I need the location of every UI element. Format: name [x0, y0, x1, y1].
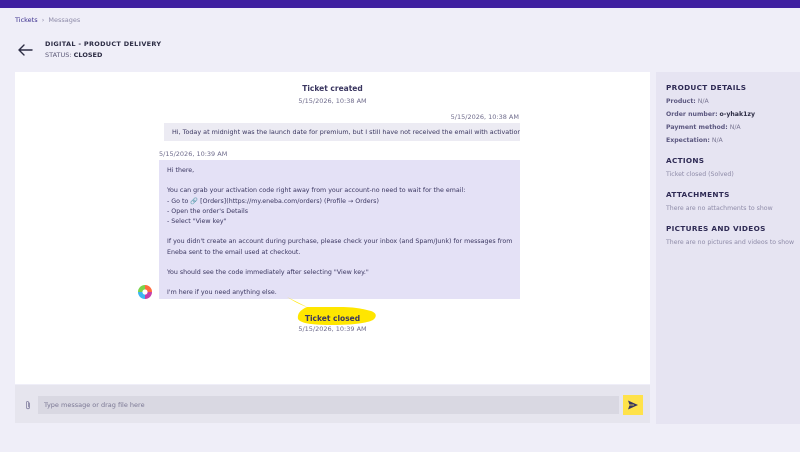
attachments-empty-text: There are no attachments to show — [666, 205, 773, 212]
breadcrumb-separator: › — [41, 16, 45, 24]
actions-status: Ticket closed (Solved) — [666, 171, 734, 178]
agent-line: - Open the order's Details — [167, 207, 249, 215]
expectation-value: N/A — [711, 137, 723, 144]
user-message-bubble: Hi, Today at midnight was the launch dat… — [164, 123, 520, 141]
agent-line: If you didn't create an account during p… — [167, 238, 513, 246]
payment-method-label: Payment method: — [666, 124, 728, 131]
back-button[interactable] — [16, 42, 34, 58]
ticket-sidebar: PRODUCT DETAILS Product: N/A Order numbe… — [656, 72, 800, 424]
send-icon — [628, 400, 638, 410]
agent-line — [167, 258, 512, 268]
product-row: Product: N/A — [666, 98, 790, 105]
payment-method-row: Payment method: N/A — [666, 124, 790, 131]
breadcrumb: Tickets › Messages — [15, 16, 80, 24]
agent-message-time: 5/15/2026, 10:39 AM — [159, 150, 228, 158]
agent-line — [167, 227, 512, 237]
ticket-title: DIGITAL - PRODUCT DELIVERY — [45, 40, 162, 48]
order-number-value: o-yhak1zy — [719, 111, 756, 118]
arrow-left-icon — [18, 44, 33, 56]
agent-line: You should see the code immediately afte… — [167, 269, 369, 277]
pictures-videos-empty-text: There are no pictures and videos to show — [666, 239, 795, 246]
message-input[interactable] — [38, 396, 619, 414]
agent-avatar-icon — [137, 284, 153, 300]
order-number-label: Order number: — [666, 111, 718, 118]
status-label: STATUS: — [45, 51, 72, 59]
user-message-time: 5/15/2026, 10:38 AM — [450, 113, 519, 121]
expectation-label: Expectation: — [666, 137, 710, 144]
payment-method-value: N/A — [729, 124, 741, 131]
agent-line — [167, 176, 512, 186]
ticket-created-time: 5/15/2026, 10:38 AM — [298, 97, 367, 105]
ticket-status: STATUS: CLOSED — [45, 51, 102, 59]
product-details-heading: PRODUCT DETAILS — [666, 83, 747, 92]
product-label: Product: — [666, 98, 696, 105]
agent-line: - Select "View key" — [167, 218, 227, 226]
order-number-row: Order number: o-yhak1zy — [666, 111, 790, 118]
ticket-closed-title: Ticket closed — [304, 314, 361, 323]
status-value: CLOSED — [73, 51, 103, 59]
agent-line — [167, 278, 512, 288]
pictures-videos-heading: PICTURES AND VIDEOS — [666, 224, 766, 233]
agent-line: - Go to 🔗 [Orders](https://my.eneba.com/… — [167, 197, 379, 205]
ticket-closed-time: 5/15/2026, 10:39 AM — [298, 325, 367, 333]
breadcrumb-current: Messages — [48, 16, 81, 24]
paperclip-icon[interactable] — [24, 400, 32, 410]
top-bar — [0, 0, 800, 8]
agent-line: Eneba sent to the email used at checkout… — [167, 248, 301, 256]
attachments-heading: ATTACHMENTS — [666, 190, 730, 199]
message-composer — [15, 385, 650, 423]
actions-heading: ACTIONS — [666, 156, 705, 165]
expectation-row: Expectation: N/A — [666, 137, 790, 144]
send-button[interactable] — [623, 395, 643, 415]
breadcrumb-tickets-link[interactable]: Tickets — [15, 16, 38, 24]
ticket-created-title: Ticket created — [302, 84, 363, 93]
agent-line: Hi there, — [167, 167, 195, 174]
chat-panel: Ticket created 5/15/2026, 10:38 AM 5/15/… — [15, 72, 650, 384]
product-value: N/A — [697, 98, 709, 105]
agent-message-bubble: Hi there, You can grab your activation c… — [159, 160, 520, 299]
agent-line: You can grab your activation code right … — [167, 187, 466, 195]
